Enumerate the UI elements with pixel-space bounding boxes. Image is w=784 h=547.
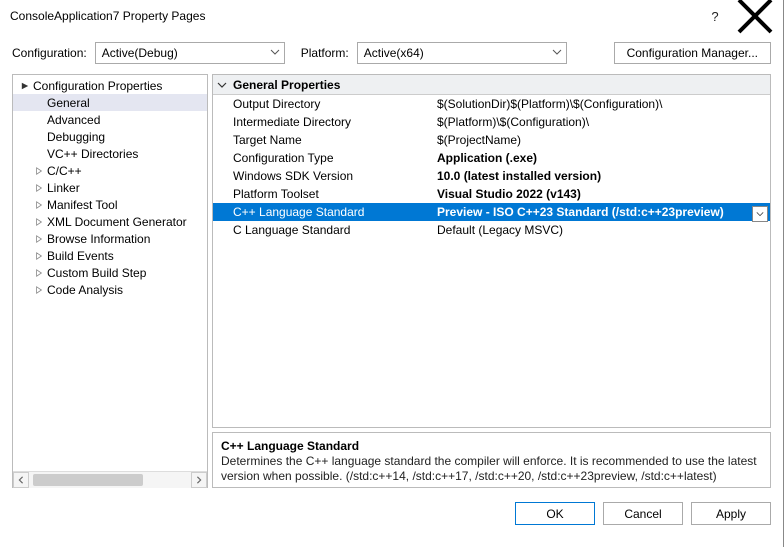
cancel-button[interactable]: Cancel bbox=[603, 502, 683, 525]
tree-item[interactable]: Build Events bbox=[13, 247, 207, 264]
tree-item-label: VC++ Directories bbox=[47, 147, 138, 161]
window-title: ConsoleApplication7 Property Pages bbox=[10, 9, 695, 23]
property-row[interactable]: Intermediate Directory$(Platform)\$(Conf… bbox=[213, 113, 770, 131]
tree-item-label: Build Events bbox=[47, 249, 114, 263]
tree-item-label: Manifest Tool bbox=[47, 198, 117, 212]
platform-combo[interactable]: Active(x64) bbox=[357, 42, 567, 64]
tree-item-label: General bbox=[47, 96, 90, 110]
ok-button[interactable]: OK bbox=[515, 502, 595, 525]
tree-item-label: XML Document Generator bbox=[47, 215, 187, 229]
property-name: Output Directory bbox=[213, 97, 435, 111]
tree-item[interactable]: Browse Information bbox=[13, 230, 207, 247]
tree-item-label: Custom Build Step bbox=[47, 266, 146, 280]
property-row[interactable]: Windows SDK Version10.0 (latest installe… bbox=[213, 167, 770, 185]
property-value[interactable]: $(ProjectName) bbox=[435, 133, 770, 147]
tree-root-label: Configuration Properties bbox=[33, 79, 162, 93]
tree-item-label: Code Analysis bbox=[47, 283, 123, 297]
property-row[interactable]: Platform ToolsetVisual Studio 2022 (v143… bbox=[213, 185, 770, 203]
configuration-combo[interactable]: Active(Debug) bbox=[95, 42, 285, 64]
scroll-right-icon[interactable] bbox=[191, 472, 207, 488]
dialog-footer: OK Cancel Apply bbox=[0, 496, 783, 525]
tree-item-label: Debugging bbox=[47, 130, 105, 144]
property-name: Platform Toolset bbox=[213, 187, 435, 201]
configuration-tree[interactable]: Configuration Properties General Advanced… bbox=[13, 75, 207, 471]
property-value[interactable]: Application (.exe) bbox=[435, 151, 770, 165]
collapsed-triangle-icon bbox=[33, 216, 45, 228]
description-text: Determines the C++ language standard the… bbox=[221, 454, 762, 484]
scrollbar-track[interactable] bbox=[29, 472, 191, 488]
collapsed-triangle-icon bbox=[33, 182, 45, 194]
configuration-toolbar: Configuration: Active(Debug) Platform: A… bbox=[0, 32, 783, 74]
tree-item[interactable]: C/C++ bbox=[13, 162, 207, 179]
property-row[interactable]: Target Name$(ProjectName) bbox=[213, 131, 770, 149]
collapsed-triangle-icon bbox=[33, 284, 45, 296]
property-row[interactable]: Configuration TypeApplication (.exe) bbox=[213, 149, 770, 167]
chevron-down-icon bbox=[217, 80, 227, 90]
tree-item[interactable]: Debugging bbox=[13, 128, 207, 145]
scrollbar-thumb[interactable] bbox=[33, 474, 143, 486]
property-name: C Language Standard bbox=[213, 223, 435, 237]
category-label: General Properties bbox=[233, 78, 340, 92]
property-value[interactable]: 10.0 (latest installed version) bbox=[435, 169, 770, 183]
collapsed-triangle-icon bbox=[33, 165, 45, 177]
property-grid: General Properties Output Directory$(Sol… bbox=[212, 74, 771, 428]
property-row[interactable]: C++ Language StandardPreview - ISO C++23… bbox=[213, 203, 770, 221]
tree-item-label: Advanced bbox=[47, 113, 100, 127]
collapsed-triangle-icon bbox=[33, 233, 45, 245]
collapsed-triangle-icon bbox=[33, 199, 45, 211]
property-value[interactable]: $(Platform)\$(Configuration)\ bbox=[435, 115, 770, 129]
tree-item-label: C/C++ bbox=[47, 164, 82, 178]
tree-spacer bbox=[33, 114, 45, 126]
tree-spacer bbox=[33, 148, 45, 160]
expanded-triangle-icon bbox=[19, 80, 31, 92]
tree-root-node[interactable]: Configuration Properties bbox=[13, 77, 207, 94]
description-title: C++ Language Standard bbox=[221, 439, 762, 453]
property-category-header[interactable]: General Properties bbox=[213, 75, 770, 95]
chevron-down-icon bbox=[552, 47, 562, 57]
property-value[interactable]: $(SolutionDir)$(Platform)\$(Configuratio… bbox=[435, 97, 770, 111]
property-row[interactable]: C Language StandardDefault (Legacy MSVC) bbox=[213, 221, 770, 239]
platform-label: Platform: bbox=[301, 46, 349, 60]
configuration-label: Configuration: bbox=[12, 46, 87, 60]
property-name: Target Name bbox=[213, 133, 435, 147]
property-name: Windows SDK Version bbox=[213, 169, 435, 183]
property-name: C++ Language Standard bbox=[213, 205, 435, 219]
tree-item[interactable]: Advanced bbox=[13, 111, 207, 128]
tree-item[interactable]: Manifest Tool bbox=[13, 196, 207, 213]
tree-spacer bbox=[33, 97, 45, 109]
collapsed-triangle-icon bbox=[33, 250, 45, 262]
platform-value: Active(x64) bbox=[364, 46, 424, 60]
close-button[interactable] bbox=[735, 2, 775, 30]
tree-spacer bbox=[33, 131, 45, 143]
tree-item[interactable]: Code Analysis bbox=[13, 281, 207, 298]
property-name: Intermediate Directory bbox=[213, 115, 435, 129]
tree-item[interactable]: VC++ Directories bbox=[13, 145, 207, 162]
apply-button[interactable]: Apply bbox=[691, 502, 771, 525]
tree-item-label: Browse Information bbox=[47, 232, 150, 246]
chevron-down-icon bbox=[270, 47, 280, 57]
tree-panel: Configuration Properties General Advanced… bbox=[12, 74, 208, 488]
property-row[interactable]: Output Directory$(SolutionDir)$(Platform… bbox=[213, 95, 770, 113]
dropdown-button[interactable] bbox=[752, 206, 768, 222]
property-value[interactable]: Visual Studio 2022 (v143) bbox=[435, 187, 770, 201]
collapsed-triangle-icon bbox=[33, 267, 45, 279]
configuration-manager-button[interactable]: Configuration Manager... bbox=[614, 42, 771, 64]
tree-item[interactable]: Linker bbox=[13, 179, 207, 196]
tree-item[interactable]: XML Document Generator bbox=[13, 213, 207, 230]
tree-item-label: Linker bbox=[47, 181, 80, 195]
configuration-value: Active(Debug) bbox=[102, 46, 178, 60]
tree-item[interactable]: Custom Build Step bbox=[13, 264, 207, 281]
help-button[interactable]: ? bbox=[695, 2, 735, 30]
tree-horizontal-scrollbar[interactable] bbox=[13, 471, 207, 487]
description-panel: C++ Language Standard Determines the C++… bbox=[212, 432, 771, 488]
property-value[interactable]: Preview - ISO C++23 Standard (/std:c++23… bbox=[435, 205, 770, 219]
title-bar: ConsoleApplication7 Property Pages ? bbox=[0, 0, 783, 32]
property-value[interactable]: Default (Legacy MSVC) bbox=[435, 223, 770, 237]
tree-item[interactable]: General bbox=[13, 94, 207, 111]
scroll-left-icon[interactable] bbox=[13, 472, 29, 488]
property-name: Configuration Type bbox=[213, 151, 435, 165]
